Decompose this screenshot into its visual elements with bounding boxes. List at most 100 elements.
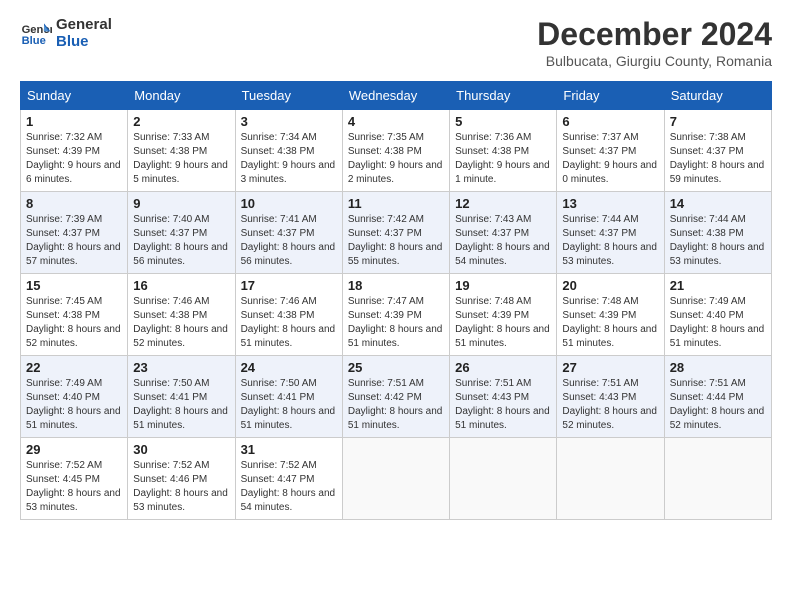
table-row: 21 Sunrise: 7:49 AMSunset: 4:40 PMDaylig… (664, 274, 771, 356)
table-row: 31 Sunrise: 7:52 AMSunset: 4:47 PMDaylig… (235, 438, 342, 520)
svg-text:Blue: Blue (22, 35, 46, 47)
table-row: 5 Sunrise: 7:36 AMSunset: 4:38 PMDayligh… (450, 110, 557, 192)
table-row: 19 Sunrise: 7:48 AMSunset: 4:39 PMDaylig… (450, 274, 557, 356)
table-row: 7 Sunrise: 7:38 AMSunset: 4:37 PMDayligh… (664, 110, 771, 192)
table-row: 30 Sunrise: 7:52 AMSunset: 4:46 PMDaylig… (128, 438, 235, 520)
day-number: 21 (670, 278, 766, 293)
main-title: December 2024 (537, 16, 772, 53)
calendar-week-3: 15 Sunrise: 7:45 AMSunset: 4:38 PMDaylig… (21, 274, 772, 356)
day-number: 11 (348, 196, 444, 211)
day-info: Sunrise: 7:47 AMSunset: 4:39 PMDaylight:… (348, 296, 443, 349)
day-info: Sunrise: 7:35 AMSunset: 4:38 PMDaylight:… (348, 132, 443, 185)
table-row: 24 Sunrise: 7:50 AMSunset: 4:41 PMDaylig… (235, 356, 342, 438)
day-info: Sunrise: 7:48 AMSunset: 4:39 PMDaylight:… (455, 296, 550, 349)
day-info: Sunrise: 7:40 AMSunset: 4:37 PMDaylight:… (133, 214, 228, 267)
calendar-table: Sunday Monday Tuesday Wednesday Thursday… (20, 81, 772, 520)
day-number: 5 (455, 114, 551, 129)
day-number: 29 (26, 442, 122, 457)
calendar-header-row: Sunday Monday Tuesday Wednesday Thursday… (21, 82, 772, 110)
table-row: 2 Sunrise: 7:33 AMSunset: 4:38 PMDayligh… (128, 110, 235, 192)
table-row: 28 Sunrise: 7:51 AMSunset: 4:44 PMDaylig… (664, 356, 771, 438)
day-info: Sunrise: 7:52 AMSunset: 4:45 PMDaylight:… (26, 460, 121, 513)
day-number: 4 (348, 114, 444, 129)
day-number: 13 (562, 196, 658, 211)
day-number: 15 (26, 278, 122, 293)
title-section: December 2024 Bulbucata, Giurgiu County,… (537, 16, 772, 69)
table-row: 13 Sunrise: 7:44 AMSunset: 4:37 PMDaylig… (557, 192, 664, 274)
day-info: Sunrise: 7:34 AMSunset: 4:38 PMDaylight:… (241, 132, 336, 185)
table-row: 3 Sunrise: 7:34 AMSunset: 4:38 PMDayligh… (235, 110, 342, 192)
logo-icon: General Blue (20, 17, 52, 49)
calendar-week-2: 8 Sunrise: 7:39 AMSunset: 4:37 PMDayligh… (21, 192, 772, 274)
day-number: 17 (241, 278, 337, 293)
day-number: 6 (562, 114, 658, 129)
day-info: Sunrise: 7:51 AMSunset: 4:43 PMDaylight:… (455, 378, 550, 431)
day-number: 26 (455, 360, 551, 375)
day-info: Sunrise: 7:38 AMSunset: 4:37 PMDaylight:… (670, 132, 765, 185)
header: General Blue General Blue December 2024 … (20, 16, 772, 69)
col-tuesday: Tuesday (235, 82, 342, 110)
day-number: 18 (348, 278, 444, 293)
col-saturday: Saturday (664, 82, 771, 110)
day-info: Sunrise: 7:50 AMSunset: 4:41 PMDaylight:… (241, 378, 336, 431)
table-row: 26 Sunrise: 7:51 AMSunset: 4:43 PMDaylig… (450, 356, 557, 438)
table-row (664, 438, 771, 520)
day-number: 22 (26, 360, 122, 375)
calendar-week-5: 29 Sunrise: 7:52 AMSunset: 4:45 PMDaylig… (21, 438, 772, 520)
day-number: 9 (133, 196, 229, 211)
col-friday: Friday (557, 82, 664, 110)
table-row: 1 Sunrise: 7:32 AMSunset: 4:39 PMDayligh… (21, 110, 128, 192)
table-row: 15 Sunrise: 7:45 AMSunset: 4:38 PMDaylig… (21, 274, 128, 356)
day-number: 31 (241, 442, 337, 457)
day-info: Sunrise: 7:51 AMSunset: 4:44 PMDaylight:… (670, 378, 765, 431)
day-info: Sunrise: 7:44 AMSunset: 4:37 PMDaylight:… (562, 214, 657, 267)
day-number: 1 (26, 114, 122, 129)
day-info: Sunrise: 7:45 AMSunset: 4:38 PMDaylight:… (26, 296, 121, 349)
day-number: 14 (670, 196, 766, 211)
table-row: 18 Sunrise: 7:47 AMSunset: 4:39 PMDaylig… (342, 274, 449, 356)
col-sunday: Sunday (21, 82, 128, 110)
table-row: 4 Sunrise: 7:35 AMSunset: 4:38 PMDayligh… (342, 110, 449, 192)
day-info: Sunrise: 7:36 AMSunset: 4:38 PMDaylight:… (455, 132, 550, 185)
day-info: Sunrise: 7:32 AMSunset: 4:39 PMDaylight:… (26, 132, 121, 185)
table-row: 27 Sunrise: 7:51 AMSunset: 4:43 PMDaylig… (557, 356, 664, 438)
table-row: 23 Sunrise: 7:50 AMSunset: 4:41 PMDaylig… (128, 356, 235, 438)
day-info: Sunrise: 7:52 AMSunset: 4:47 PMDaylight:… (241, 460, 336, 513)
day-number: 2 (133, 114, 229, 129)
table-row: 22 Sunrise: 7:49 AMSunset: 4:40 PMDaylig… (21, 356, 128, 438)
table-row: 14 Sunrise: 7:44 AMSunset: 4:38 PMDaylig… (664, 192, 771, 274)
table-row: 8 Sunrise: 7:39 AMSunset: 4:37 PMDayligh… (21, 192, 128, 274)
table-row: 25 Sunrise: 7:51 AMSunset: 4:42 PMDaylig… (342, 356, 449, 438)
table-row: 12 Sunrise: 7:43 AMSunset: 4:37 PMDaylig… (450, 192, 557, 274)
calendar-week-4: 22 Sunrise: 7:49 AMSunset: 4:40 PMDaylig… (21, 356, 772, 438)
day-number: 28 (670, 360, 766, 375)
table-row: 20 Sunrise: 7:48 AMSunset: 4:39 PMDaylig… (557, 274, 664, 356)
col-wednesday: Wednesday (342, 82, 449, 110)
table-row: 16 Sunrise: 7:46 AMSunset: 4:38 PMDaylig… (128, 274, 235, 356)
col-monday: Monday (128, 82, 235, 110)
day-info: Sunrise: 7:44 AMSunset: 4:38 PMDaylight:… (670, 214, 765, 267)
day-number: 27 (562, 360, 658, 375)
table-row: 11 Sunrise: 7:42 AMSunset: 4:37 PMDaylig… (342, 192, 449, 274)
day-number: 12 (455, 196, 551, 211)
table-row (342, 438, 449, 520)
day-number: 19 (455, 278, 551, 293)
day-info: Sunrise: 7:42 AMSunset: 4:37 PMDaylight:… (348, 214, 443, 267)
table-row: 10 Sunrise: 7:41 AMSunset: 4:37 PMDaylig… (235, 192, 342, 274)
table-row: 17 Sunrise: 7:46 AMSunset: 4:38 PMDaylig… (235, 274, 342, 356)
day-info: Sunrise: 7:39 AMSunset: 4:37 PMDaylight:… (26, 214, 121, 267)
subtitle: Bulbucata, Giurgiu County, Romania (537, 53, 772, 69)
day-number: 24 (241, 360, 337, 375)
day-number: 3 (241, 114, 337, 129)
day-number: 20 (562, 278, 658, 293)
day-info: Sunrise: 7:48 AMSunset: 4:39 PMDaylight:… (562, 296, 657, 349)
table-row: 9 Sunrise: 7:40 AMSunset: 4:37 PMDayligh… (128, 192, 235, 274)
day-info: Sunrise: 7:37 AMSunset: 4:37 PMDaylight:… (562, 132, 657, 185)
day-info: Sunrise: 7:50 AMSunset: 4:41 PMDaylight:… (133, 378, 228, 431)
day-number: 7 (670, 114, 766, 129)
day-info: Sunrise: 7:51 AMSunset: 4:43 PMDaylight:… (562, 378, 657, 431)
day-info: Sunrise: 7:52 AMSunset: 4:46 PMDaylight:… (133, 460, 228, 513)
table-row (450, 438, 557, 520)
table-row (557, 438, 664, 520)
day-info: Sunrise: 7:46 AMSunset: 4:38 PMDaylight:… (241, 296, 336, 349)
